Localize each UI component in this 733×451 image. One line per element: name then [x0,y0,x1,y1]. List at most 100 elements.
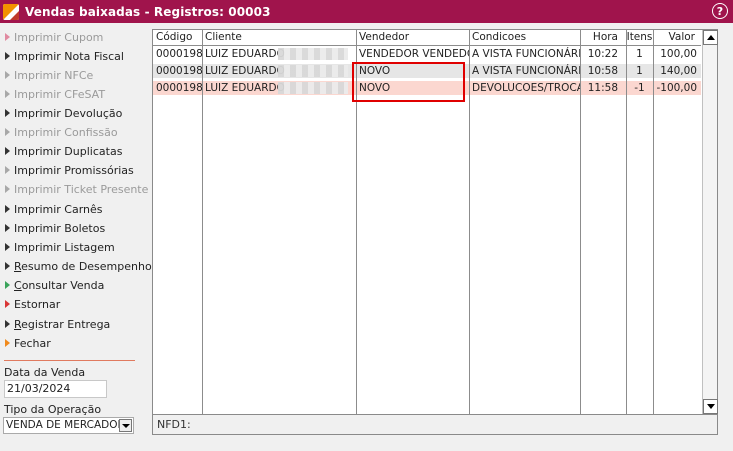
column-header-condicoes[interactable]: Condicoes [469,30,580,46]
column-header-itens[interactable]: Itens [626,30,653,46]
menu-label: Imprimir Duplicatas [14,144,123,158]
arrow-right-icon [5,147,10,155]
cell-codigo: 00001988 [156,65,202,77]
arrow-right-icon [5,262,10,270]
redacted-name [278,48,348,60]
arrow-right-icon [5,52,10,60]
column-divider [653,30,654,414]
help-icon[interactable]: ? [712,3,728,19]
operation-label: Tipo da Operação [4,403,102,416]
menu-label: Consultar Venda [14,278,105,292]
menu-label: Registrar Entrega [14,317,111,331]
menu-label: Imprimir Cupom [14,30,104,44]
cell-valor: -100,00 [656,82,697,94]
action-sidebar: Imprimir Cupom Imprimir Nota Fiscal Impr… [0,23,152,451]
menu-imprimir-nfce[interactable]: Imprimir NFCe [4,66,93,84]
cell-condicoes: DEVOLUCOES/TROCAS [472,82,580,94]
menu-consultar-venda[interactable]: Consultar Venda [4,276,104,294]
cell-itens: 1 [636,48,643,60]
menu-estornar[interactable]: Estornar [4,295,60,313]
menu-label: Imprimir Devolução [14,106,123,120]
column-header-hora[interactable]: Hora [580,30,626,46]
menu-imprimir-promissorias[interactable]: Imprimir Promissórias [4,161,134,179]
arrow-right-icon [5,281,10,289]
menu-label: Resumo de Desempenho [14,259,152,273]
column-header-cliente[interactable]: Cliente [202,30,356,46]
menu-imprimir-devolucao[interactable]: Imprimir Devolução [4,104,122,122]
cell-vendedor: VENDEDOR VENDEDOR [359,48,469,60]
column-divider [469,30,470,414]
grid-header: Código Cliente Vendedor Condicoes Hora I… [153,30,701,46]
redacted-name [278,82,348,94]
scroll-up-icon[interactable] [703,30,718,45]
operation-value: VENDA DE MERCADOR [6,419,125,431]
arrow-right-icon [5,90,10,98]
grid-vertical-scrollbar[interactable] [702,30,718,414]
arrow-right-icon [5,224,10,232]
app-logo-icon [3,3,19,20]
cell-condicoes: A VISTA FUNCIONÁRIO [472,48,580,60]
arrow-right-icon [5,339,10,347]
column-divider [580,30,581,414]
date-label: Data da Venda [4,366,86,379]
cell-hora: 10:58 [587,65,618,77]
column-header-valor[interactable]: Valor [653,30,701,46]
menu-imprimir-confissao[interactable]: Imprimir Confissão [4,123,118,141]
arrow-right-icon [5,33,10,41]
menu-label: Imprimir Nota Fiscal [14,49,124,63]
menu-fechar[interactable]: Fechar [4,334,51,352]
cell-valor: 140,00 [660,65,697,77]
menu-imprimir-duplicatas[interactable]: Imprimir Duplicatas [4,142,122,160]
window-titlebar: Vendas baixadas - Registros: 00003 ? [0,0,733,23]
sidebar-divider [4,360,135,361]
table-row[interactable]: 00001983 LUIZ EDUARDO VENDEDOR VENDEDOR … [153,47,701,61]
cell-hora: 11:58 [587,82,618,94]
menu-resumo-desempenho[interactable]: Resumo de Desempenho [4,257,152,275]
column-header-vendedor[interactable]: Vendedor [356,30,469,46]
scroll-down-icon[interactable] [703,399,718,414]
menu-imprimir-nota-fiscal[interactable]: Imprimir Nota Fiscal [4,47,124,65]
menu-imprimir-carnes[interactable]: Imprimir Carnês [4,200,103,218]
arrow-right-icon [5,320,10,328]
menu-registrar-entrega[interactable]: Registrar Entrega [4,315,110,333]
arrow-right-icon [5,128,10,136]
menu-imprimir-cupom[interactable]: Imprimir Cupom [4,28,103,46]
operation-select[interactable]: VENDA DE MERCADOR [3,417,134,434]
cell-hora: 10:22 [587,48,618,60]
menu-imprimir-listagem[interactable]: Imprimir Listagem [4,238,115,256]
arrow-right-icon [5,243,10,251]
cell-itens: -1 [634,82,645,94]
arrow-right-icon [5,166,10,174]
menu-imprimir-cfesat[interactable]: Imprimir CFeSAT [4,85,105,103]
arrow-right-icon [5,205,10,213]
cell-condicoes: A VISTA FUNCIONÁRIO [472,65,580,77]
menu-imprimir-boletos[interactable]: Imprimir Boletos [4,219,105,237]
menu-label: Fechar [14,336,51,350]
nfd-status-bar: NFD1: [152,415,718,435]
column-divider [202,30,203,414]
menu-label: Estornar [14,297,61,311]
arrow-right-icon [5,71,10,79]
menu-label: Imprimir Carnês [14,202,103,216]
annotation-highlight [352,62,465,102]
arrow-right-icon [5,109,10,117]
chevron-down-icon[interactable] [119,419,132,432]
cell-codigo: 00001983 [156,48,202,60]
menu-label: Imprimir Confissão [14,125,118,139]
arrow-right-icon [5,300,10,308]
arrow-right-icon [5,185,10,193]
nfd-label: NFD1: [157,418,191,431]
menu-label: Imprimir Boletos [14,221,106,235]
column-divider [626,30,627,414]
column-header-codigo[interactable]: Código [153,30,202,46]
menu-label: Imprimir Promissórias [14,163,134,177]
cell-codigo: 00001989 [156,82,202,94]
menu-label: Imprimir NFCe [14,68,94,82]
cell-itens: 1 [636,65,643,77]
window-title: Vendas baixadas - Registros: 00003 [25,4,271,19]
cell-valor: 100,00 [660,48,697,60]
date-input[interactable]: 21/03/2024 [4,380,107,398]
menu-label: Imprimir Listagem [14,240,115,254]
menu-imprimir-ticket-presente[interactable]: Imprimir Ticket Presente [4,180,148,198]
redacted-name [278,65,348,77]
